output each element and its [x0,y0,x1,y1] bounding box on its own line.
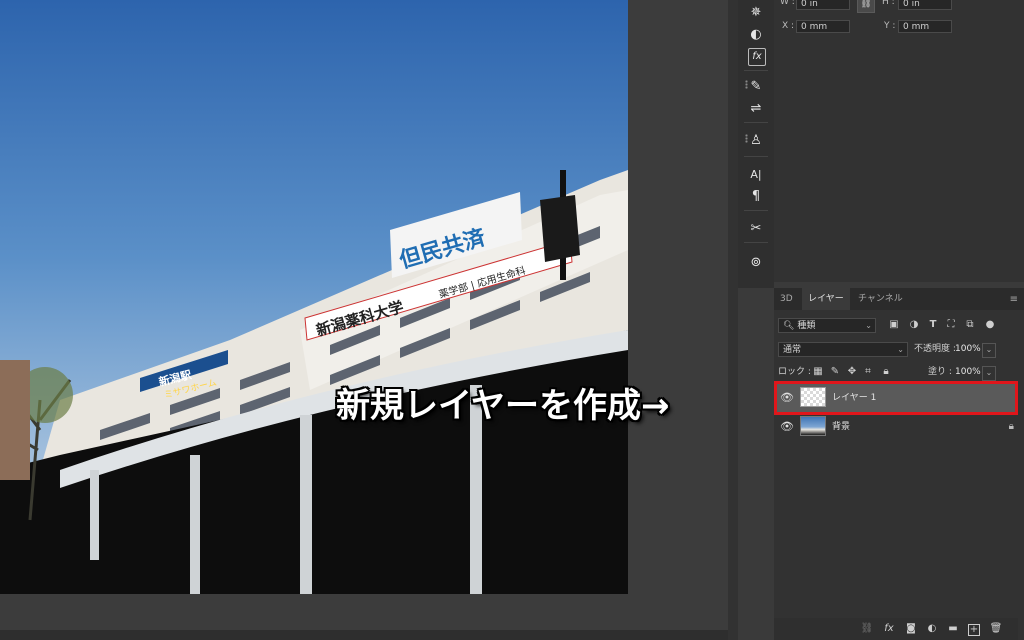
layer-row-layer-1[interactable]: 👁︎ レイヤー 1 [774,384,1024,412]
chevron-down-icon: ⌄ [865,321,872,330]
x-field[interactable]: 0 mm [796,20,850,33]
horizontal-scrollbar[interactable] [0,630,728,640]
vertical-scrollbar[interactable] [1018,310,1024,640]
cc-libraries-icon[interactable]: ⊚ [748,254,764,270]
filter-kind-select[interactable]: 🔍︎ 種類 ⌄ [778,318,876,333]
fx-icon[interactable]: fx [748,48,766,66]
tool-separator [744,242,768,243]
panel-divider[interactable] [728,0,738,640]
layer-name[interactable]: 背景 [832,413,850,441]
tool-separator [744,122,768,123]
lock-transparent-icon[interactable]: ▦ [812,365,824,378]
stamp-icon[interactable]: ♙ [748,132,764,148]
filter-adjustment-icon[interactable]: ◑ [908,318,920,331]
height-label: H : [882,0,895,7]
layers-panel-footer: ⛓ fx ◙ ◐ ▬ + 🗑︎ [774,618,1024,640]
visibility-eye-icon[interactable]: 👁︎ [780,420,794,433]
lock-position-icon[interactable]: ✥ [846,365,858,378]
photo-canvas[interactable]: 但民共済 新潟薬科大学 薬学部 | 応用生命科 新潟駅 ミサワホーム [0,0,628,594]
lock-all-icon[interactable]: 🔒︎ [880,365,892,378]
scissors-tools-icon[interactable]: ✂ [748,220,764,236]
blend-mode-row: 通常 ⌄ 不透明度 : 100% ⌄ [774,342,1024,358]
y-label: Y : [884,21,896,31]
layer-row-background[interactable]: 👁︎ 背景 🔒︎ [774,413,1024,441]
add-mask-icon[interactable]: ◙ [904,622,918,636]
sliders-icon[interactable]: ⇌ [748,100,764,116]
trash-icon[interactable]: 🗑︎ [989,622,1003,636]
opacity-field[interactable]: 100% [955,342,981,357]
height-field[interactable]: 0 in [898,0,952,10]
photo-illustration: 但民共済 新潟薬科大学 薬学部 | 応用生命科 新潟駅 ミサワホーム [0,0,628,594]
layer-thumbnail [800,416,826,436]
tool-separator [744,210,768,211]
link-layers-icon[interactable]: ⛓ [860,622,874,636]
width-field[interactable]: 0 in [796,0,850,10]
filter-toggle-icon[interactable]: ● [984,318,996,331]
blend-mode-value: 通常 [783,345,802,355]
document-canvas-area[interactable]: 但民共済 新潟薬科大学 薬学部 | 応用生命科 新潟駅 ミサワホーム 新規レイヤ… [0,0,738,640]
x-label: X : [782,21,795,31]
tab-layers[interactable]: レイヤー [802,288,850,310]
layer-filter-row: 🔍︎ 種類 ⌄ ▣ ◑ T ⛶ ⧉ ● [774,318,1024,334]
lock-paint-icon[interactable]: ✎ [829,365,841,378]
fill-dropdown-icon[interactable]: ⌄ [982,366,996,381]
lock-label: ロック : [778,367,811,377]
layer-locked-icon[interactable]: 🔒︎ [1009,421,1014,432]
filter-shape-icon[interactable]: ⛶ [945,318,957,331]
fill-field[interactable]: 100% [955,365,981,380]
tool-separator [744,70,768,71]
fill-label: 塗り : [928,367,952,377]
filter-kind-value: 種類 [797,321,816,331]
tool-separator [744,156,768,157]
chevron-down-icon: ⌄ [897,345,904,354]
new-layer-icon[interactable]: + [968,624,980,636]
filter-smart-object-icon[interactable]: ⧉ [964,318,976,331]
tab-3d[interactable]: 3D [774,288,799,310]
lock-row: ロック : ▦ ✎ ✥ ⌗ 🔒︎ 塗り : 100% ⌄ [774,365,1024,381]
half-circle-icon[interactable]: ◐ [748,26,764,42]
filter-pixel-icon[interactable]: ▣ [888,318,900,331]
width-label: W : [780,0,795,7]
create-new-layer-annotation: 新規レイヤーを作成→ [336,386,670,426]
layers-panel: 3D レイヤー チャンネル ≡ 🔍︎ 種類 ⌄ ▣ ◑ T ⛶ ⧉ ● 通常 ⌄… [774,288,1024,640]
tab-channels[interactable]: チャンネル [852,288,909,310]
blend-mode-select[interactable]: 通常 ⌄ [778,342,908,357]
y-field[interactable]: 0 mm [898,20,952,33]
panel-menu-icon[interactable]: ≡ [1010,294,1018,305]
fx-icon[interactable]: fx [882,622,896,636]
type-icon[interactable]: A| [748,166,764,182]
adjustment-layer-icon[interactable]: ◐ [925,622,939,636]
opacity-dropdown-icon[interactable]: ⌄ [982,343,996,358]
lock-artboard-icon[interactable]: ⌗ [862,365,874,378]
link-dimensions-icon[interactable]: ⛓ [857,0,875,13]
new-group-icon[interactable]: ▬ [946,622,960,636]
opacity-label: 不透明度 : [914,344,956,354]
layer-name[interactable]: レイヤー 1 [832,384,876,412]
brush-icon[interactable]: ✎ [748,78,764,94]
visibility-eye-icon[interactable]: 👁︎ [780,391,794,404]
layers-panel-tabs: 3D レイヤー チャンネル ≡ [774,288,1024,310]
compass-icon[interactable]: ✵ [748,4,764,20]
panel-icon-column: ✵ ◐ fx ✎ ⇌ ♙ A| ¶ ✂ ⊚ [738,0,774,288]
properties-panel: W : 0 in ⛓ H : 0 in X : 0 mm Y : 0 mm [774,0,1024,282]
filter-type-icon[interactable]: T [927,318,939,331]
layer-thumbnail [800,387,826,407]
search-icon: 🔍︎ [783,321,795,331]
paragraph-icon[interactable]: ¶ [748,188,764,204]
